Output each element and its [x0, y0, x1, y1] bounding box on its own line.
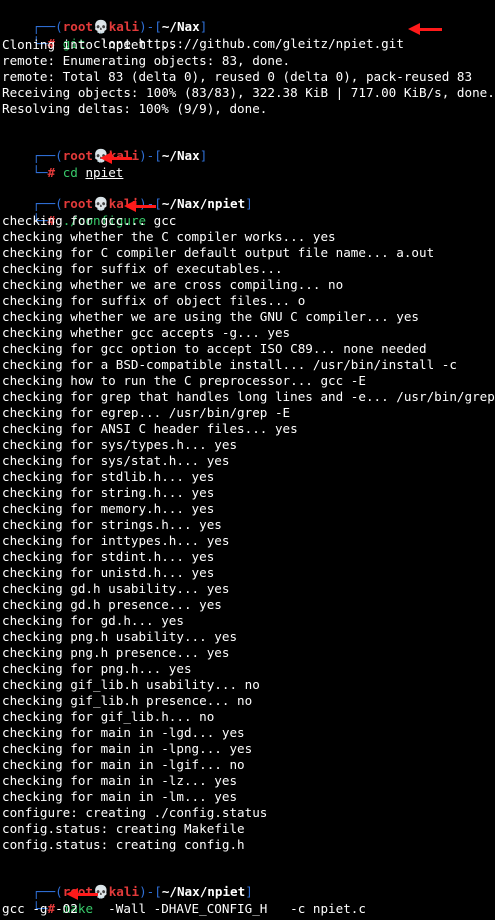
prompt-bracket-close: ]: [245, 196, 253, 211]
output-line: checking for main in -lgd... yes: [2, 725, 245, 740]
prompt-host: kali: [108, 884, 140, 899]
skull-icon: 💀: [93, 884, 109, 899]
output-line: checking for inttypes.h... yes: [2, 533, 230, 548]
prompt-command-line[interactable]: └─# git clone https://github.com/gleitz/…: [2, 20, 404, 51]
prompt-header: ┌──(root💀kali)-[~/Nax]: [2, 3, 207, 34]
prompt-hash: #: [47, 165, 56, 180]
output-line: checking for grep that handles long line…: [2, 389, 495, 404]
prompt-header: ┌──(root💀kali)-[~/Nax]: [2, 132, 207, 163]
output-line: checking for sys/types.h... yes: [2, 437, 238, 452]
output-line: checking for unistd.h... yes: [2, 565, 215, 580]
output-line: checking for main in -lz... yes: [2, 773, 238, 788]
output-line: checking for main in -lgif... no: [2, 757, 245, 772]
prompt-header: ┌──(root💀kali)-[~/Nax/npiet]: [2, 180, 252, 211]
annotation-arrow: [408, 23, 442, 35]
output-line: checking png.h usability... yes: [2, 629, 238, 644]
output-line: checking for ANSI C header files... yes: [2, 421, 298, 436]
output-line: Cloning into 'npiet'...: [2, 37, 177, 52]
prompt-bracket-close: ]: [245, 884, 253, 899]
output-line: checking for suffix of object files... o: [2, 293, 306, 308]
terminal-window[interactable]: ┌──(root💀kali)-[~/Nax] └─# git clone htt…: [0, 0, 495, 920]
annotation-arrow: [66, 888, 98, 900]
command-args: npiet: [85, 165, 124, 180]
output-line: checking for C compiler default output f…: [2, 245, 435, 260]
output-line: Receiving objects: 100% (83/83), 322.38 …: [2, 85, 495, 100]
output-line: checking for memory.h... yes: [2, 501, 215, 516]
output-line: config.status: creating config.h: [2, 837, 245, 852]
output-line: checking gd.h usability... yes: [2, 581, 230, 596]
output-line: checking for stdint.h... yes: [2, 549, 215, 564]
output-line: checking for suffix of executables...: [2, 261, 283, 276]
output-line: checking for gd.h... yes: [2, 613, 184, 628]
output-line: checking for gcc... gcc: [2, 213, 177, 228]
output-line: checking gd.h presence... yes: [2, 597, 222, 612]
output-line: checking png.h presence... yes: [2, 645, 230, 660]
output-line: checking whether the C compiler works...…: [2, 229, 336, 244]
output-line: checking gif_lib.h presence... no: [2, 693, 253, 708]
output-line: remote: Total 83 (delta 0), reused 0 (de…: [2, 69, 473, 84]
output-line: checking for sys/stat.h... yes: [2, 453, 230, 468]
prompt-path: ~/Nax/npiet: [161, 196, 246, 211]
annotation-arrow: [100, 152, 132, 164]
prompt-separator: )-[: [139, 148, 162, 163]
output-line: checking whether gcc accepts -g... yes: [2, 325, 291, 340]
annotation-arrow: [124, 200, 156, 212]
output-line: checking whether we are cross compiling.…: [2, 277, 344, 292]
output-line: checking how to run the C preprocessor..…: [2, 373, 366, 388]
output-line: checking whether we are using the GNU C …: [2, 309, 420, 324]
output-line: checking gif_lib.h usability... no: [2, 677, 260, 692]
output-line: checking for gcc option to accept ISO C8…: [2, 341, 427, 356]
output-line: checking for strings.h... yes: [2, 517, 222, 532]
output-line: checking for main in -lpng... yes: [2, 741, 253, 756]
prompt-separator: )-[: [139, 884, 162, 899]
prompt-corner-bottom: └─: [32, 165, 48, 180]
prompt-header: ┌──(root💀kali)-[~/Nax/npiet]: [2, 868, 252, 899]
prompt-path: ~/Nax/npiet: [161, 884, 246, 899]
output-line: checking for png.h... yes: [2, 661, 192, 676]
prompt-path: ~/Nax: [161, 148, 200, 163]
output-line: gcc -g -O2 -Wall -DHAVE_CONFIG_H -c npie…: [2, 901, 366, 916]
output-line: checking for stdlib.h... yes: [2, 469, 215, 484]
output-line: config.status: creating Makefile: [2, 821, 245, 836]
output-line: remote: Enumerating objects: 83, done.: [2, 53, 291, 68]
output-line: checking for a BSD-compatible install...…: [2, 357, 457, 372]
output-line: checking for gif_lib.h... no: [2, 709, 215, 724]
output-line: checking for main in -lm... yes: [2, 789, 238, 804]
output-line: checking for string.h... yes: [2, 485, 215, 500]
output-line: configure: creating ./config.status: [2, 805, 268, 820]
output-line: Resolving deltas: 100% (9/9), done.: [2, 101, 268, 116]
output-line: checking for egrep... /usr/bin/grep -E: [2, 405, 291, 420]
command-name: cd: [62, 165, 78, 180]
prompt-bracket-close: ]: [199, 148, 208, 163]
